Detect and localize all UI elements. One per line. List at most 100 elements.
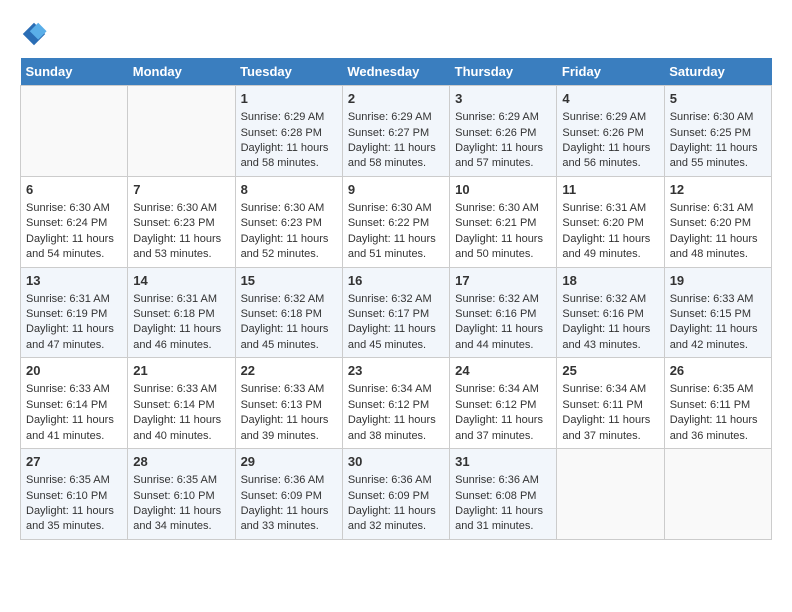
cell-info: Sunrise: 6:33 AM <box>26 382 122 397</box>
cell-info: Daylight: 11 hours and 52 minutes. <box>241 232 337 263</box>
header-cell-wednesday: Wednesday <box>342 58 449 86</box>
cell-info: Sunset: 6:14 PM <box>26 398 122 413</box>
header-cell-tuesday: Tuesday <box>235 58 342 86</box>
cell-info: Daylight: 11 hours and 37 minutes. <box>455 413 551 444</box>
calendar-cell: 19Sunrise: 6:33 AMSunset: 6:15 PMDayligh… <box>664 267 771 358</box>
cell-info: Sunset: 6:25 PM <box>670 126 766 141</box>
cell-info: Daylight: 11 hours and 32 minutes. <box>348 504 444 535</box>
cell-info: Daylight: 11 hours and 53 minutes. <box>133 232 229 263</box>
calendar-cell: 21Sunrise: 6:33 AMSunset: 6:14 PMDayligh… <box>128 358 235 449</box>
cell-info: Sunset: 6:26 PM <box>455 126 551 141</box>
cell-info: Sunset: 6:16 PM <box>455 307 551 322</box>
day-number: 11 <box>562 181 658 199</box>
calendar-cell <box>557 449 664 540</box>
day-number: 7 <box>133 181 229 199</box>
cell-info: Sunset: 6:15 PM <box>670 307 766 322</box>
day-number: 21 <box>133 362 229 380</box>
day-number: 12 <box>670 181 766 199</box>
day-number: 14 <box>133 272 229 290</box>
cell-info: Sunset: 6:27 PM <box>348 126 444 141</box>
calendar-cell: 12Sunrise: 6:31 AMSunset: 6:20 PMDayligh… <box>664 176 771 267</box>
cell-info: Daylight: 11 hours and 48 minutes. <box>670 232 766 263</box>
cell-info: Sunset: 6:12 PM <box>348 398 444 413</box>
cell-info: Daylight: 11 hours and 45 minutes. <box>241 322 337 353</box>
calendar-week-3: 13Sunrise: 6:31 AMSunset: 6:19 PMDayligh… <box>21 267 772 358</box>
day-number: 16 <box>348 272 444 290</box>
cell-info: Daylight: 11 hours and 31 minutes. <box>455 504 551 535</box>
calendar-week-1: 1Sunrise: 6:29 AMSunset: 6:28 PMDaylight… <box>21 86 772 177</box>
cell-info: Daylight: 11 hours and 39 minutes. <box>241 413 337 444</box>
calendar-cell: 6Sunrise: 6:30 AMSunset: 6:24 PMDaylight… <box>21 176 128 267</box>
calendar-cell: 26Sunrise: 6:35 AMSunset: 6:11 PMDayligh… <box>664 358 771 449</box>
cell-info: Daylight: 11 hours and 55 minutes. <box>670 141 766 172</box>
cell-info: Daylight: 11 hours and 38 minutes. <box>348 413 444 444</box>
calendar-week-5: 27Sunrise: 6:35 AMSunset: 6:10 PMDayligh… <box>21 449 772 540</box>
cell-info: Sunrise: 6:36 AM <box>241 473 337 488</box>
cell-info: Sunrise: 6:30 AM <box>455 201 551 216</box>
cell-info: Sunset: 6:26 PM <box>562 126 658 141</box>
calendar-cell: 14Sunrise: 6:31 AMSunset: 6:18 PMDayligh… <box>128 267 235 358</box>
cell-info: Sunset: 6:12 PM <box>455 398 551 413</box>
cell-info: Sunrise: 6:34 AM <box>348 382 444 397</box>
cell-info: Sunset: 6:18 PM <box>241 307 337 322</box>
header-cell-monday: Monday <box>128 58 235 86</box>
cell-info: Sunset: 6:22 PM <box>348 216 444 231</box>
cell-info: Sunset: 6:23 PM <box>133 216 229 231</box>
day-number: 25 <box>562 362 658 380</box>
calendar-cell: 17Sunrise: 6:32 AMSunset: 6:16 PMDayligh… <box>450 267 557 358</box>
cell-info: Daylight: 11 hours and 58 minutes. <box>348 141 444 172</box>
cell-info: Sunset: 6:09 PM <box>348 489 444 504</box>
day-number: 15 <box>241 272 337 290</box>
cell-info: Daylight: 11 hours and 45 minutes. <box>348 322 444 353</box>
calendar-cell: 5Sunrise: 6:30 AMSunset: 6:25 PMDaylight… <box>664 86 771 177</box>
cell-info: Sunset: 6:08 PM <box>455 489 551 504</box>
day-number: 23 <box>348 362 444 380</box>
day-number: 5 <box>670 90 766 108</box>
cell-info: Sunset: 6:28 PM <box>241 126 337 141</box>
cell-info: Sunrise: 6:31 AM <box>670 201 766 216</box>
calendar-cell <box>21 86 128 177</box>
cell-info: Sunrise: 6:32 AM <box>348 292 444 307</box>
cell-info: Sunrise: 6:29 AM <box>455 110 551 125</box>
header-row: SundayMondayTuesdayWednesdayThursdayFrid… <box>21 58 772 86</box>
cell-info: Sunrise: 6:30 AM <box>348 201 444 216</box>
day-number: 9 <box>348 181 444 199</box>
calendar-cell: 15Sunrise: 6:32 AMSunset: 6:18 PMDayligh… <box>235 267 342 358</box>
cell-info: Daylight: 11 hours and 42 minutes. <box>670 322 766 353</box>
header-cell-thursday: Thursday <box>450 58 557 86</box>
day-number: 24 <box>455 362 551 380</box>
cell-info: Sunrise: 6:34 AM <box>455 382 551 397</box>
cell-info: Sunset: 6:17 PM <box>348 307 444 322</box>
cell-info: Daylight: 11 hours and 33 minutes. <box>241 504 337 535</box>
cell-info: Sunset: 6:24 PM <box>26 216 122 231</box>
cell-info: Sunrise: 6:30 AM <box>26 201 122 216</box>
day-number: 31 <box>455 453 551 471</box>
cell-info: Sunrise: 6:30 AM <box>241 201 337 216</box>
cell-info: Sunrise: 6:34 AM <box>562 382 658 397</box>
cell-info: Sunrise: 6:29 AM <box>348 110 444 125</box>
calendar-cell <box>664 449 771 540</box>
cell-info: Sunrise: 6:32 AM <box>455 292 551 307</box>
cell-info: Sunset: 6:21 PM <box>455 216 551 231</box>
cell-info: Daylight: 11 hours and 46 minutes. <box>133 322 229 353</box>
cell-info: Daylight: 11 hours and 43 minutes. <box>562 322 658 353</box>
day-number: 20 <box>26 362 122 380</box>
cell-info: Daylight: 11 hours and 49 minutes. <box>562 232 658 263</box>
calendar-week-4: 20Sunrise: 6:33 AMSunset: 6:14 PMDayligh… <box>21 358 772 449</box>
cell-info: Daylight: 11 hours and 57 minutes. <box>455 141 551 172</box>
cell-info: Sunrise: 6:33 AM <box>133 382 229 397</box>
calendar-cell: 30Sunrise: 6:36 AMSunset: 6:09 PMDayligh… <box>342 449 449 540</box>
calendar-cell: 31 Sunrise: 6:36 AMSunset: 6:08 PMDayligh… <box>450 449 557 540</box>
cell-info: Sunrise: 6:35 AM <box>670 382 766 397</box>
cell-info: Sunset: 6:19 PM <box>26 307 122 322</box>
cell-info: Sunrise: 6:36 AM <box>455 473 551 488</box>
cell-info: Daylight: 11 hours and 35 minutes. <box>26 504 122 535</box>
logo-icon <box>20 20 48 48</box>
cell-info: Daylight: 11 hours and 47 minutes. <box>26 322 122 353</box>
day-number: 8 <box>241 181 337 199</box>
cell-info: Sunset: 6:16 PM <box>562 307 658 322</box>
cell-info: Daylight: 11 hours and 54 minutes. <box>26 232 122 263</box>
day-number: 28 <box>133 453 229 471</box>
calendar-table: SundayMondayTuesdayWednesdayThursdayFrid… <box>20 58 772 540</box>
calendar-cell: 4Sunrise: 6:29 AMSunset: 6:26 PMDaylight… <box>557 86 664 177</box>
